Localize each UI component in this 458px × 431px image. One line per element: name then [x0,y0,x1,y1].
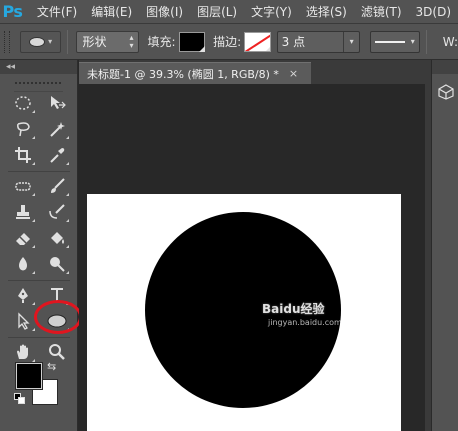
history-brush-tool[interactable] [42,199,72,225]
stroke-style-picker[interactable]: ▾ [370,30,420,53]
solid-line-icon [375,40,406,43]
dodge-icon [50,257,65,272]
hand-tool[interactable] [8,339,38,365]
brush-tool[interactable] [42,173,72,199]
lasso-tool[interactable] [8,116,38,142]
pen-tool[interactable] [8,282,38,308]
move-tool[interactable] [42,90,72,116]
toolbox-divider [8,171,70,172]
chevron-down-icon: ▾ [410,37,415,46]
canvas-area[interactable] [79,84,431,431]
close-icon[interactable]: × [289,67,298,80]
menu-layer[interactable]: 图层(L) [190,0,244,24]
3d-cube-icon[interactable] [438,84,454,100]
swap-colors-icon[interactable]: ⇆ [47,360,56,373]
fill-color-swatch[interactable] [178,31,206,52]
toolbox: ◂◂ ⇆ [0,60,82,431]
toolbox-divider [8,280,70,281]
menu-file[interactable]: 文件(F) [25,0,84,24]
dropdown-corner-icon [199,45,206,52]
options-divider [67,29,69,54]
stroke-width-value: 3 点 [281,35,306,49]
marquee-icon [15,96,31,110]
document-tab-title: 未标题-1 @ 39.3% (椭圆 1, RGB/8) * [87,67,279,81]
eyedropper-tool[interactable] [42,142,72,168]
stroke-width-field[interactable]: 3 点 ▾ [276,30,361,53]
baidu-watermark-url: jingyan.baidu.com [268,318,342,327]
tool-mode-select[interactable]: 形状 ▴ ▾ [76,30,140,53]
menu-type[interactable]: 文字(Y) [244,0,299,24]
updown-arrows-icon: ▴ ▾ [129,32,134,50]
move-icon [51,96,66,109]
ellipse-preset-icon [29,36,46,47]
dropdown-corner-icon [264,45,270,51]
panel-dock-header[interactable] [432,60,458,74]
menu-bar: Ps 文件(F) 编辑(E) 图像(I) 图层(L) 文字(Y) 选择(S) 滤… [0,0,458,24]
options-bar: ▾ 形状 ▴ ▾ 填充: 描边: 3 点 ▾ ▾ W: [0,24,458,60]
foreground-color-swatch[interactable] [15,362,43,390]
menu-edit[interactable]: 编辑(E) [84,0,139,24]
menu-filter[interactable]: 滤镜(T) [354,0,409,24]
arrow-cursor-icon [18,312,30,330]
clone-stamp-tool[interactable] [8,199,38,225]
menu-3d[interactable]: 3D(D) [409,0,458,24]
eraser-icon [16,233,30,245]
eraser-tool[interactable] [8,225,38,251]
dodge-tool[interactable] [42,251,72,277]
hand-icon [17,344,28,359]
history-brush-icon [49,204,65,219]
document-tab-bar: 未标题-1 @ 39.3% (椭圆 1, RGB/8) * × [79,60,431,84]
blur-tool[interactable] [8,251,38,277]
chevron-down-icon[interactable]: ▾ [343,31,359,52]
fill-label: 填充: [147,35,176,49]
eyedropper-icon [50,148,65,163]
bandage-icon [15,182,31,191]
pen-icon [18,288,28,303]
options-divider [425,29,427,54]
ellipse-tool-highlight-ring [34,300,82,334]
path-selection-tool[interactable] [8,308,38,334]
photoshop-logo: Ps [2,2,23,21]
paint-bucket-tool[interactable] [42,225,72,251]
lasso-icon [17,122,30,137]
blur-drop-icon [19,257,27,271]
elliptical-marquee-tool[interactable] [8,90,38,116]
width-label: W: [442,34,458,49]
paint-bucket-icon [51,232,64,244]
stamp-icon [16,205,30,219]
options-bar-grip[interactable] [4,30,10,53]
toolbox-divider [8,337,70,338]
default-colors-icon[interactable] [14,393,26,405]
document-canvas[interactable] [87,194,401,431]
crop-tool[interactable] [8,142,38,168]
chevron-down-icon: ▾ [48,37,53,46]
zoom-icon [49,344,65,360]
document-tab[interactable]: 未标题-1 @ 39.3% (椭圆 1, RGB/8) * × [79,62,311,84]
magic-wand-icon [50,122,65,137]
right-panel-dock [431,60,458,431]
stroke-label: 描边: [213,35,242,49]
baidu-watermark: Baidu经验 [262,302,325,316]
stroke-color-swatch[interactable] [244,31,271,52]
menu-select[interactable]: 选择(S) [299,0,354,24]
brush-icon [51,178,65,193]
magic-wand-tool[interactable] [42,116,72,142]
tool-mode-value: 形状 [82,35,107,49]
tool-preset-picker[interactable]: ▾ [19,30,62,53]
toolbox-collapse[interactable]: ◂◂ [0,60,77,74]
menu-image[interactable]: 图像(I) [139,0,190,24]
spot-healing-tool[interactable] [8,173,38,199]
crop-icon [15,147,31,163]
